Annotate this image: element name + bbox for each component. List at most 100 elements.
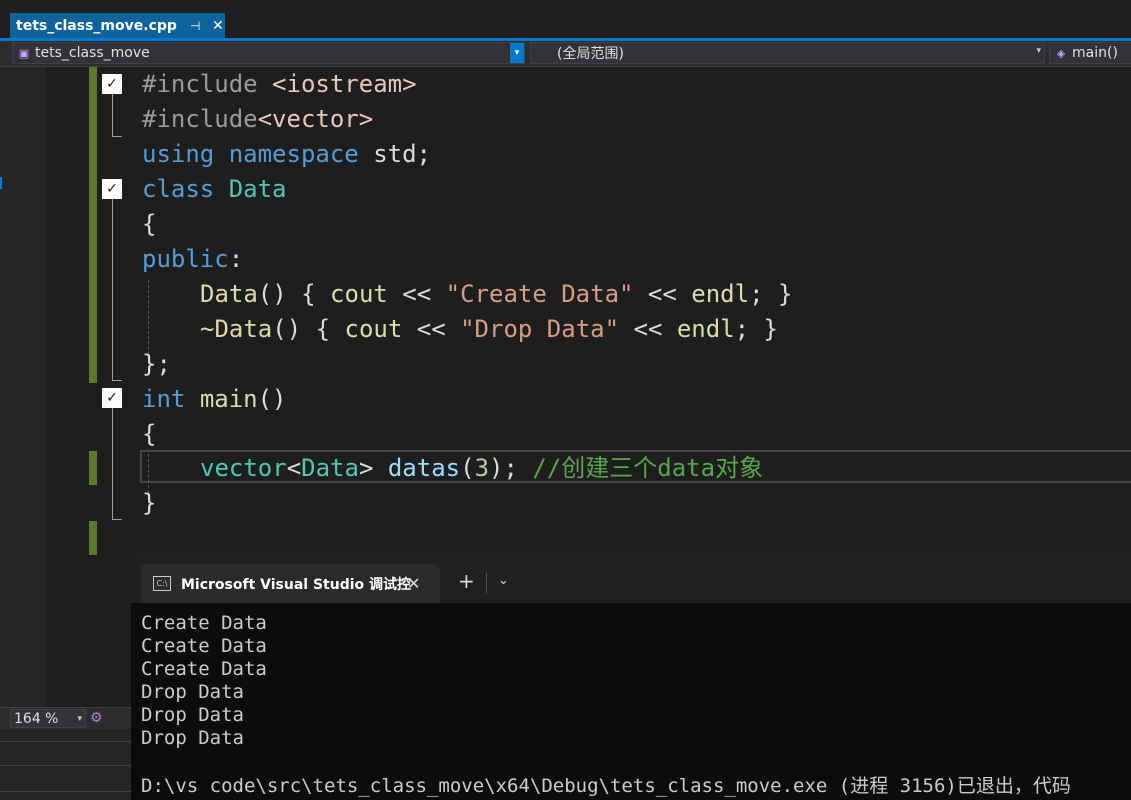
console-tab-title: Microsoft Visual Studio 调试控 — [181, 576, 412, 593]
identifier: cout — [344, 315, 403, 343]
output-line: Create Data — [141, 635, 267, 657]
identifier: cout — [330, 280, 388, 308]
code-text: > — [358, 454, 388, 482]
navigation-bar: ▣ tets_class_move ▾ (全局范围) ▾ ◈ main() — [0, 41, 1131, 67]
keyword: int — [142, 385, 186, 413]
code-comment: //创建三个data对象 — [532, 454, 764, 482]
code-line: class Data — [142, 172, 287, 207]
member-dropdown[interactable]: ◈ main() — [1049, 42, 1131, 64]
fold-collapse-icon[interactable]: ✓ — [102, 179, 122, 199]
code-text: << — [387, 280, 446, 308]
fold-guide — [112, 94, 113, 136]
new-tab-button[interactable]: + — [458, 569, 475, 593]
type-name: vector — [200, 454, 287, 482]
variable-name: datas — [387, 454, 461, 482]
string-literal: "Create Data" — [445, 280, 634, 308]
fold-guide-end — [112, 519, 122, 520]
output-line: Create Data — [141, 612, 267, 634]
bottom-panel-strip — [0, 729, 131, 800]
code-line: public: — [142, 242, 243, 277]
function-name: ~Data — [200, 315, 273, 343]
identifier: endl — [676, 315, 735, 343]
code-line: #include <iostream> — [142, 67, 417, 102]
chevron-down-icon[interactable]: ▾ — [510, 43, 524, 63]
class-name: Data — [228, 175, 287, 203]
number-literal: 3 — [474, 454, 490, 482]
fold-guide — [112, 408, 113, 519]
code-line: { — [142, 210, 157, 238]
divider — [0, 741, 131, 742]
keyword: using — [142, 140, 215, 168]
console-titlebar: C:\ Microsoft Visual Studio 调试控 ✕ + ⌄ — [131, 551, 1131, 603]
zoom-dropdown[interactable]: 164 % ▾ — [10, 709, 86, 728]
code-text: () — [257, 385, 287, 413]
code-line: ~Data() { cout << "Drop Data" << endl; } — [200, 312, 778, 347]
code-line: { — [142, 420, 157, 448]
function-name: Data — [200, 280, 258, 308]
close-icon[interactable]: ✕ — [407, 574, 420, 593]
close-icon[interactable]: ✕ — [212, 18, 224, 34]
chevron-down-icon[interactable]: ▾ — [1036, 46, 1041, 56]
tab-label: tets_class_move.cpp — [16, 17, 177, 34]
code-text: ( — [460, 454, 475, 482]
code-text: << — [633, 280, 692, 308]
fold-guide-end — [112, 380, 122, 381]
string-literal: "Drop Data" — [460, 315, 620, 343]
code-text: std; — [358, 140, 431, 168]
code-text: << — [402, 315, 461, 343]
code-text: ); — [489, 454, 533, 482]
health-indicator-icon[interactable]: ⚙ — [90, 710, 103, 726]
code-line: Data() { cout << "Create Data" << endl; … — [200, 277, 792, 312]
include-header: <vector> — [257, 105, 374, 133]
chevron-down-icon[interactable]: ▾ — [77, 714, 82, 724]
code-line: vector<Data> datas(3); //创建三个data对象 — [200, 451, 763, 486]
code-text: < — [286, 454, 302, 482]
cube-icon: ◈ — [1056, 46, 1066, 60]
fold-collapse-icon[interactable]: ✓ — [102, 74, 122, 94]
output-line: Drop Data — [141, 704, 244, 726]
debug-console-window: C:\ Microsoft Visual Studio 调试控 ✕ + ⌄ Cr… — [131, 551, 1131, 800]
code-line: } — [142, 489, 157, 517]
code-text: : — [228, 245, 244, 273]
code-line: using namespace std; — [142, 137, 431, 172]
function-name: main — [199, 385, 258, 413]
code-text: () { — [272, 315, 345, 343]
keyword: namespace — [228, 140, 359, 168]
identifier: endl — [691, 280, 750, 308]
output-line: Create Data — [141, 658, 267, 680]
code-text: () { — [257, 280, 331, 308]
code-line: int main() — [142, 382, 287, 417]
zoom-bar: 164 % ▾ ⚙ — [0, 707, 131, 729]
scope-dropdown[interactable]: (全局范围) ▾ — [530, 42, 1045, 64]
code-line: }; — [142, 350, 171, 378]
include-header: <iostream> — [272, 70, 417, 98]
type-name: Data — [301, 454, 359, 482]
project-dropdown[interactable]: ▣ tets_class_move ▾ — [12, 42, 525, 64]
console-output: Create Data Create Data Create Data Drop… — [141, 612, 267, 750]
project-name: tets_class_move — [35, 45, 150, 61]
editor-left-margin — [0, 67, 46, 800]
output-line: Drop Data — [141, 681, 244, 703]
project-icon: ▣ — [18, 46, 30, 60]
divider — [486, 573, 487, 593]
console-icon: C:\ — [153, 576, 171, 591]
divider — [0, 791, 131, 792]
divider — [0, 765, 131, 766]
change-bar — [89, 521, 97, 555]
tab-tets-class-move-cpp[interactable]: tets_class_move.cpp ⊣ ✕ — [10, 13, 225, 38]
fold-guide-end — [112, 136, 122, 137]
keyword: class — [142, 175, 215, 203]
member-name: main() — [1072, 45, 1118, 61]
margin-marker — [0, 177, 2, 189]
chevron-down-icon[interactable]: ⌄ — [498, 573, 509, 588]
fold-guide — [112, 199, 113, 380]
keyword: public — [142, 245, 229, 273]
code-text: << — [619, 315, 677, 343]
code-line: #include<vector> — [142, 102, 373, 137]
console-tab[interactable]: C:\ Microsoft Visual Studio 调试控 ✕ — [141, 564, 440, 603]
process-exit-message: D:\vs code\src\tets_class_move\x64\Debug… — [141, 775, 1071, 797]
preprocessor-directive: #include — [142, 105, 258, 133]
fold-collapse-icon[interactable]: ✓ — [102, 388, 122, 408]
pin-icon[interactable]: ⊣ — [190, 19, 200, 33]
